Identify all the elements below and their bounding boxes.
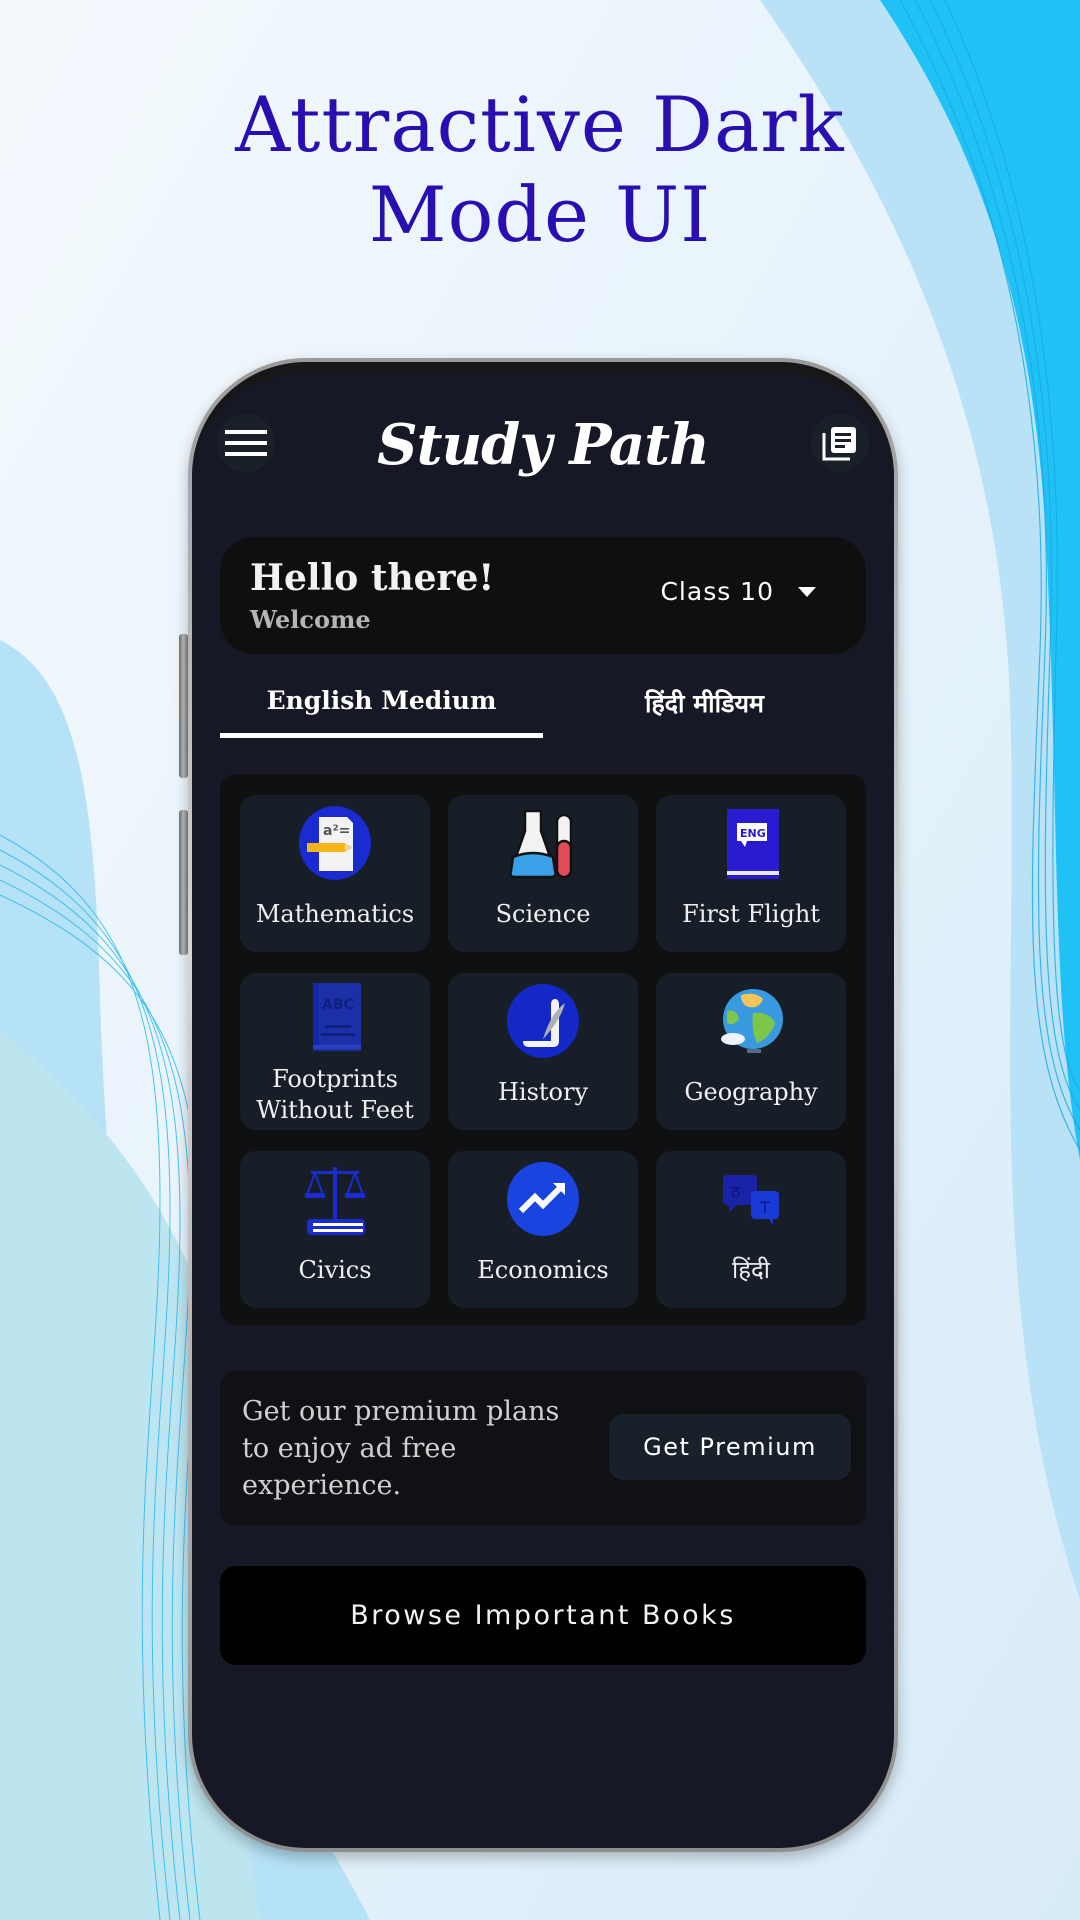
subjects-grid: a²= Mathematics Science ENG First Flight… — [220, 774, 866, 1325]
abc-book-icon: ABC — [313, 983, 361, 1051]
headline-line-2: Mode UI — [368, 170, 712, 259]
subject-label: Mathematics — [255, 900, 415, 928]
svg-text:T: T — [759, 1198, 770, 1217]
library-books-icon — [822, 427, 856, 461]
phone-volume-down-button — [179, 810, 188, 955]
premium-banner: Get our premium plans to enjoy ad free e… — [220, 1371, 866, 1526]
subject-label: Science — [495, 900, 591, 928]
greeting-subtitle: Welcome — [250, 605, 371, 634]
app-screen: Study Path Hello there! Welcome Class 10… — [192, 362, 894, 1848]
flask-icon — [509, 809, 573, 879]
tab-english-medium[interactable]: English Medium — [220, 674, 543, 738]
phone-frame: Study Path Hello there! Welcome Class 10… — [188, 358, 898, 1852]
subject-card-history[interactable]: History — [448, 973, 638, 1130]
subject-card-hindi[interactable]: ठ T हिंदी — [656, 1151, 846, 1308]
class-dropdown[interactable]: Class 10 — [660, 577, 816, 606]
subject-card-first-flight[interactable]: ENG First Flight — [656, 795, 846, 952]
subject-card-footprints-without-feet[interactable]: ABC Footprints Without Feet — [240, 973, 430, 1130]
premium-text: Get our premium plans to enjoy ad free e… — [242, 1396, 560, 1501]
headline: Attractive Dark Mode UI — [0, 80, 1080, 260]
get-premium-button[interactable]: Get Premium — [609, 1414, 851, 1480]
subject-card-mathematics[interactable]: a²= Mathematics — [240, 795, 430, 952]
subject-label: First Flight — [682, 900, 820, 928]
scroll-quill-icon — [507, 984, 579, 1058]
svg-text:a²=: a²= — [323, 823, 350, 839]
subject-label: Economics — [477, 1256, 609, 1284]
math-icon: a²= — [299, 806, 371, 880]
svg-text:ENG: ENG — [740, 827, 766, 840]
app-title: Study Path — [377, 412, 710, 478]
subject-card-science[interactable]: Science — [448, 795, 638, 952]
greeting-title: Hello there! — [250, 557, 495, 599]
browse-books-button[interactable]: Browse Important Books — [220, 1566, 866, 1665]
trend-up-icon — [507, 1162, 579, 1236]
subject-label: History — [497, 1078, 589, 1106]
class-dropdown-value: Class 10 — [660, 577, 774, 606]
subject-card-geography[interactable]: Geography — [656, 973, 846, 1130]
headline-line-1: Attractive Dark — [235, 80, 845, 169]
globe-icon — [721, 989, 783, 1053]
library-button[interactable] — [811, 414, 869, 472]
tab-hindi-medium[interactable]: हिंदी मीडियम — [543, 674, 866, 726]
greeting-card: Hello there! Welcome Class 10 — [220, 537, 866, 654]
chevron-down-icon — [798, 586, 816, 597]
subject-label: हिंदी — [732, 1256, 770, 1284]
subject-label: Footprints Without Feet — [256, 1065, 414, 1124]
justice-scale-icon — [305, 1167, 365, 1235]
english-book-icon: ENG — [727, 809, 779, 879]
subject-card-civics[interactable]: Civics — [240, 1151, 430, 1308]
phone-volume-up-button — [179, 634, 188, 778]
svg-text:ठ: ठ — [731, 1182, 741, 1201]
subject-label: Geography — [684, 1078, 818, 1106]
subject-card-economics[interactable]: Economics — [448, 1151, 638, 1308]
svg-text:ABC: ABC — [322, 997, 354, 1013]
subject-label: Civics — [298, 1256, 372, 1284]
medium-tabs: English Medium हिंदी मीडियम — [220, 674, 866, 738]
translate-icon: ठ T — [723, 1175, 779, 1225]
